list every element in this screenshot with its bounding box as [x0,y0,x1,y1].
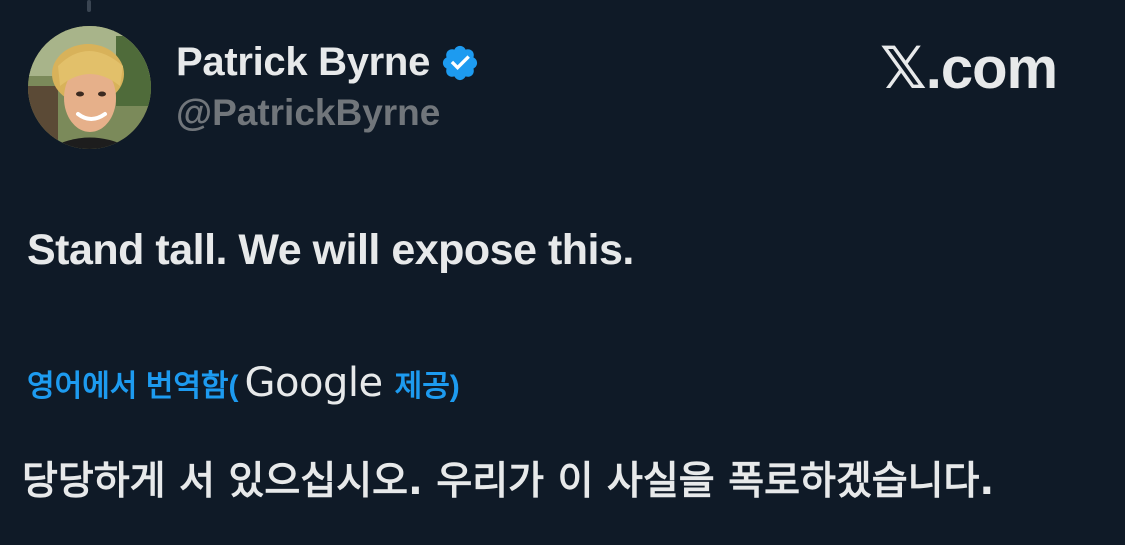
google-logo-icon: Google [244,360,384,406]
translation-suffix: 제공) [394,370,460,403]
avatar-photo [28,26,151,149]
x-logo-icon: 𝕏 [880,34,927,102]
x-com-brand: 𝕏.com [880,34,1058,102]
thread-connector-line [87,0,91,12]
translated-tweet-text: 당당하게 서 있으십시오. 우리가 이 사실을 폭로하겠습니다. [22,459,995,504]
tweet-text: Stand tall. We will expose this. [27,226,634,274]
verified-badge-icon [442,45,478,80]
author-handle[interactable]: @PatrickByrne [176,92,440,134]
translation-prefix: 영어에서 번역함( [27,370,239,403]
avatar[interactable] [28,26,151,149]
brand-suffix: .com [925,36,1058,101]
translation-attribution-link[interactable]: 영어에서 번역함( Google 제공) [27,360,460,406]
author-display-name[interactable]: Patrick Byrne [176,40,430,85]
author-name-row: Patrick Byrne [176,40,480,85]
